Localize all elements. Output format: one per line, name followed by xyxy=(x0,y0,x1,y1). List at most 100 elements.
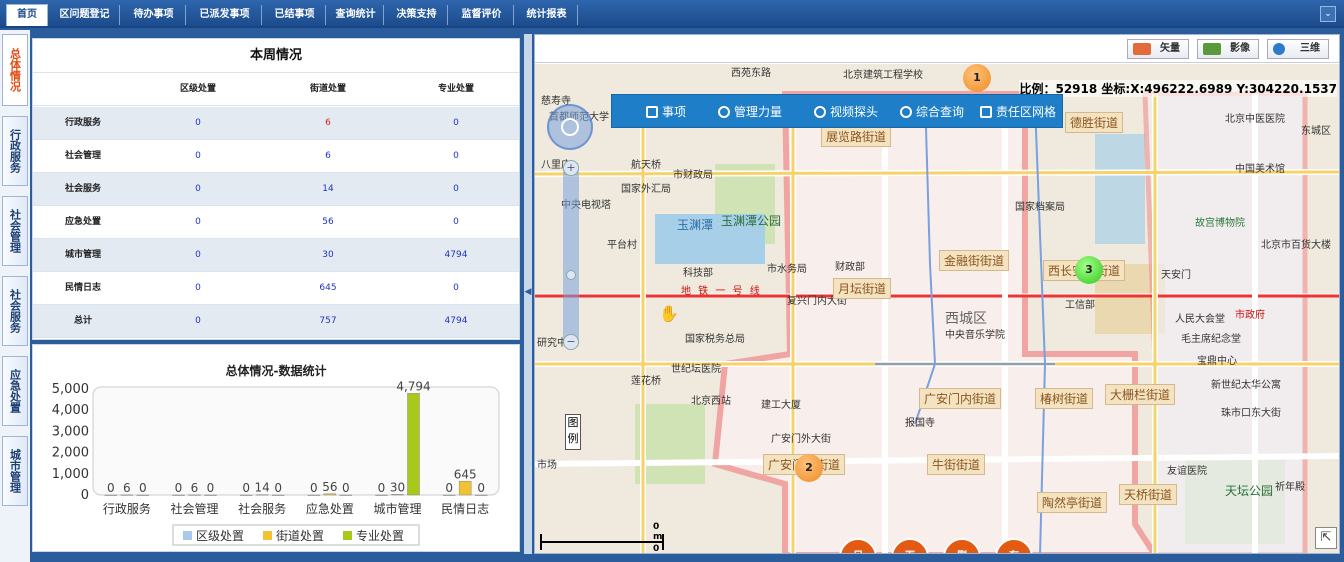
table-cell[interactable]: 14 xyxy=(273,173,383,206)
data-label: 0 xyxy=(477,481,485,495)
expand-arrow-icon[interactable]: ⇱ xyxy=(1315,527,1337,549)
map-label: 新世纪太华公寓 xyxy=(1211,380,1281,391)
data-label: 0 xyxy=(378,481,386,495)
y-tick-label: 4,000 xyxy=(52,403,89,418)
nav-tab-home[interactable]: 首页 xyxy=(6,4,48,26)
table-cell[interactable]: 6 xyxy=(273,107,383,140)
district-label: 陶然亭街道 xyxy=(1037,492,1108,513)
chart-bar xyxy=(136,494,150,496)
globe-3d-button[interactable]: 三维 xyxy=(1267,39,1329,59)
satellite-image-label: 影像 xyxy=(1230,43,1250,54)
collapse-arrow-icon[interactable]: ◀ xyxy=(524,284,532,300)
map-legend-button[interactable]: 图例 xyxy=(565,414,581,450)
chart-title: 总体情况-数据统计 xyxy=(226,363,327,378)
table-cell[interactable]: 0 xyxy=(143,140,253,173)
row-header: 社会服务 xyxy=(64,184,101,194)
table-cell[interactable]: 757 xyxy=(273,305,383,338)
video-camera-button[interactable]: 视频探头 xyxy=(814,95,878,129)
map-label: 国家税务总局 xyxy=(685,334,745,345)
nav-tab-closed[interactable]: 已结事项 xyxy=(264,5,326,25)
x-tick-label: 民情日志 xyxy=(441,502,489,516)
chart-bar xyxy=(323,493,337,496)
table-row: 城市管理 0 30 4794 xyxy=(33,239,519,272)
row-header: 社会管理 xyxy=(64,151,101,161)
data-label: 30 xyxy=(390,480,405,494)
table-cell[interactable]: 645 xyxy=(273,272,383,305)
table-cell[interactable]: 30 xyxy=(273,239,383,272)
scale-top-label: 0 m xyxy=(653,522,663,542)
nav-tab-report[interactable]: 统计报表 xyxy=(516,5,578,25)
row-header: 行政服务 xyxy=(64,118,101,128)
table-cell[interactable]: 0 xyxy=(401,107,511,140)
map-label: 宝鼎中心 xyxy=(1197,356,1237,367)
nav-tab-todo[interactable]: 待办事项 xyxy=(122,5,186,25)
satellite-image-button[interactable]: 影像 xyxy=(1197,39,1259,59)
map-label: 友谊医院 xyxy=(1167,466,1207,477)
sidebar-tab-city-mgmt[interactable]: 城市管理 xyxy=(2,436,28,506)
panel-splitter[interactable]: ◀ xyxy=(524,34,532,554)
column-header: 街道处置 xyxy=(309,84,346,94)
pan-compass-icon[interactable] xyxy=(547,104,593,150)
map-marker[interactable]: 1 xyxy=(963,64,991,92)
district-label: 德胜街道 xyxy=(1065,112,1124,133)
data-label: 0 xyxy=(207,481,215,495)
y-tick-label: 5,000 xyxy=(52,382,89,397)
table-cell[interactable]: 0 xyxy=(143,272,253,305)
sidebar-tab-overall[interactable]: 总体情况 xyxy=(2,34,28,106)
nav-tab-query-stats[interactable]: 查询统计 xyxy=(328,5,384,25)
double-chevron-down-icon[interactable]: ⌄ xyxy=(1320,6,1336,22)
sidebar-tab-social-service[interactable]: 社会服务 xyxy=(2,276,28,346)
row-header: 民情日志 xyxy=(64,283,101,293)
sidebar-tab-admin-service[interactable]: 行政服务 xyxy=(2,116,28,186)
management-force-label: 管理力量 xyxy=(734,105,783,119)
table-cell[interactable]: 0 xyxy=(143,239,253,272)
nav-tab-supervision[interactable]: 监督评价 xyxy=(450,5,514,25)
table-cell[interactable]: 0 xyxy=(143,206,253,239)
table-cell[interactable]: 0 xyxy=(401,140,511,173)
nav-tab-decision[interactable]: 决策支持 xyxy=(386,5,448,25)
table-cell[interactable]: 0 xyxy=(401,272,511,305)
table-cell[interactable]: 4794 xyxy=(401,239,511,272)
map-marker[interactable]: 3 xyxy=(1075,256,1103,284)
table-cell[interactable]: 4794 xyxy=(401,305,511,338)
table-cell[interactable]: 0 xyxy=(143,107,253,140)
sidebar-tab-social-mgmt[interactable]: 社会管理 xyxy=(2,196,28,266)
nav-tab-dispatched[interactable]: 已派发事项 xyxy=(188,5,262,25)
map-label: 国家外汇局 xyxy=(621,184,671,195)
zoom-slider-handle[interactable] xyxy=(566,270,576,280)
chart-bar xyxy=(120,494,134,496)
eye-icon xyxy=(814,106,826,118)
vector-map-button[interactable]: 矢量 xyxy=(1127,39,1189,59)
zoom-in-icon[interactable]: + xyxy=(563,160,579,176)
table-cell[interactable]: 0 xyxy=(401,206,511,239)
bar-chart-icon xyxy=(980,106,992,118)
map-label: 地 铁 一 号 线 xyxy=(681,286,762,297)
zoom-out-icon[interactable]: − xyxy=(563,334,579,350)
management-force-button[interactable]: 管理力量 xyxy=(718,95,782,129)
pan-center[interactable] xyxy=(561,118,579,136)
comprehensive-search-button[interactable]: 综合查询 xyxy=(900,95,964,129)
table-cell[interactable]: 0 xyxy=(401,173,511,206)
x-tick-label: 应急处置 xyxy=(306,501,354,516)
chart-bar xyxy=(255,494,269,496)
map-container: 矢量 影像 三维 西苑东路 北京建筑工程学校 慈寿寺 航天桥 八里庄 市财政局 … xyxy=(534,34,1340,554)
map-label: 中央音乐学院 xyxy=(945,330,1005,341)
data-label: 0 xyxy=(242,481,250,495)
event-button[interactable]: 事项 xyxy=(646,95,686,129)
table-cell[interactable]: 0 xyxy=(143,173,253,206)
table-cell[interactable]: 0 xyxy=(143,305,253,338)
responsibility-grid-button[interactable]: 责任区网格 xyxy=(980,95,1056,129)
table-cell[interactable]: 6 xyxy=(273,140,383,173)
nav-tab-problem-register[interactable]: 区问题登记 xyxy=(50,5,120,25)
map-canvas[interactable]: 西苑东路 北京建筑工程学校 慈寿寺 首都师范大学 航天桥 八里庄 市财政局 国家… xyxy=(535,64,1339,553)
map-label: 市政府 xyxy=(1235,310,1265,321)
zoom-slider[interactable]: + − xyxy=(563,160,579,350)
map-marker[interactable]: 2 xyxy=(795,454,823,482)
table-cell[interactable]: 56 xyxy=(273,206,383,239)
legend-swatch xyxy=(263,531,272,540)
table-header-row: 区级处置 街道处置 专业处置 xyxy=(33,73,519,106)
sidebar-tab-emergency[interactable]: 应急处置 xyxy=(2,356,28,426)
chart-bar xyxy=(391,494,404,496)
table-row: 总计 0 757 4794 xyxy=(33,305,519,338)
map-base-layer xyxy=(535,64,1339,553)
